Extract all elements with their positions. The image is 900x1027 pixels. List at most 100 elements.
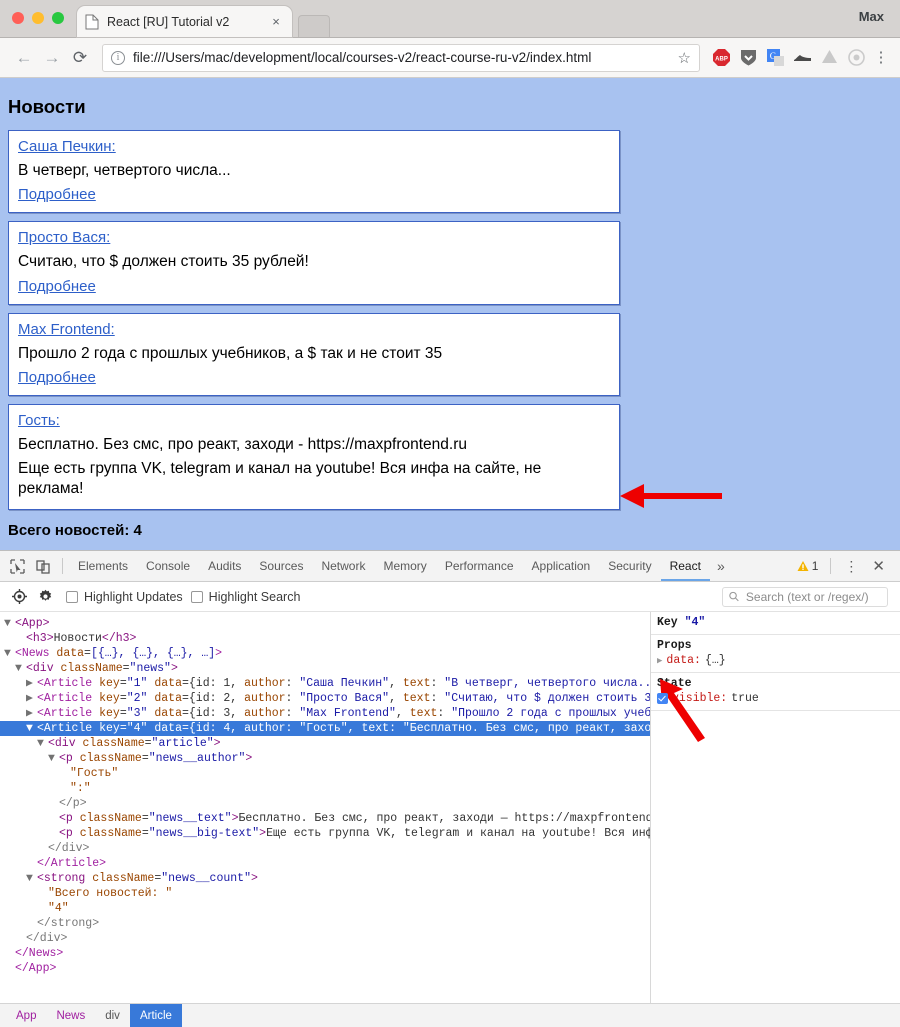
tree-row[interactable]: </div> [0, 931, 650, 946]
devtools-body: ▼ <App> <h3>Новости</h3> ▼ <News data=[{…},… [0, 612, 900, 1003]
tree-row[interactable]: ▶ <Article key="3" data={id: 3, author: "… [0, 706, 650, 721]
tree-row[interactable]: </strong> [0, 916, 650, 931]
state-section: State visible: true [651, 673, 900, 711]
more-tabs-icon[interactable]: » [710, 558, 732, 574]
article-author[interactable]: Гость: [18, 412, 60, 429]
select-component-icon[interactable] [6, 584, 32, 610]
page-info-icon[interactable]: i [111, 50, 125, 65]
highlight-updates-toggle[interactable]: Highlight Updates [66, 590, 183, 604]
devtools-panel: Elements Console Audits Sources Network … [0, 550, 900, 1027]
adblock-plus-icon[interactable]: ABP [712, 48, 731, 67]
tab-console[interactable]: Console [137, 551, 199, 581]
profile-name[interactable]: Max [859, 9, 884, 24]
maximize-window-button[interactable] [52, 12, 64, 24]
warning-badge[interactable]: 1 [791, 559, 825, 573]
tree-row[interactable]: <h3>Новости</h3> [0, 631, 650, 646]
article-author[interactable]: Просто Вася: [18, 229, 110, 246]
tab-application[interactable]: Application [523, 551, 600, 581]
minimize-window-button[interactable] [32, 12, 44, 24]
devtools-tabbar: Elements Console Audits Sources Network … [0, 551, 900, 582]
close-window-button[interactable] [12, 12, 24, 24]
article-author[interactable]: Саша Печкин: [18, 138, 116, 155]
tab-performance[interactable]: Performance [436, 551, 523, 581]
highlight-search-toggle[interactable]: Highlight Search [190, 590, 300, 604]
checkbox-icon[interactable] [190, 590, 203, 603]
browser-menu-icon[interactable]: ⋮ [872, 50, 890, 65]
breadcrumb-item-div[interactable]: div [95, 1004, 130, 1027]
reload-icon[interactable]: ⟳ [66, 44, 94, 72]
tree-row[interactable]: ▼ <strong className="news__count"> [0, 871, 650, 886]
drive-icon[interactable] [820, 48, 839, 67]
prop-value[interactable]: {…} [705, 654, 726, 667]
toolbar-divider [830, 558, 832, 574]
tree-row[interactable]: </Article> [0, 856, 650, 871]
article-card[interactable]: Саша Печкин: В четверг, четвертого числа… [8, 130, 620, 214]
tab-memory[interactable]: Memory [374, 551, 435, 581]
react-detail-pane: Key "4" Props ▶ data: {…} State visible:… [651, 612, 900, 1003]
tab-elements[interactable]: Elements [69, 551, 137, 581]
article-card[interactable]: Просто Вася: Считаю, что $ должен стоить… [8, 221, 620, 305]
bookmark-star-icon[interactable]: ☆ [678, 49, 691, 67]
article-author[interactable]: Max Frontend: [18, 321, 115, 338]
react-component-tree[interactable]: ▼ <App> <h3>Новости</h3> ▼ <News data=[{…},… [0, 612, 705, 1003]
article-more-link[interactable]: Подробнее [18, 369, 96, 386]
tab-network[interactable]: Network [312, 551, 374, 581]
address-bar[interactable]: i file:///Users/mac/development/local/co… [102, 43, 700, 72]
article-card-selected[interactable]: Гость: Бесплатно. Без смс, про реакт, за… [8, 404, 620, 510]
article-text: Бесплатно. Без смс, про реакт, заходи - … [18, 436, 467, 454]
tab-sources[interactable]: Sources [250, 551, 312, 581]
shield-icon[interactable] [739, 48, 758, 67]
breadcrumb-item-news[interactable]: News [46, 1004, 95, 1027]
tab-react[interactable]: React [661, 551, 710, 581]
tree-row[interactable]: "4" [0, 901, 650, 916]
tree-row[interactable]: <p className="news__big-text">Еще есть г… [0, 826, 650, 841]
google-translate-icon[interactable]: G [766, 48, 785, 67]
checkbox-icon[interactable] [66, 590, 78, 603]
tree-row[interactable]: <p className="news__text">Бесплатно. Без… [0, 811, 650, 826]
devtools-menu-icon[interactable]: ⋮ [837, 559, 865, 573]
tree-row[interactable]: "Всего новостей: " [0, 886, 650, 901]
device-toolbar-icon[interactable] [30, 553, 56, 579]
tab-audits[interactable]: Audits [199, 551, 250, 581]
search-input[interactable] [743, 588, 881, 605]
tree-row[interactable]: ":" [0, 781, 650, 796]
inspect-element-icon[interactable] [4, 553, 30, 579]
back-icon[interactable]: ← [10, 44, 38, 72]
gear-icon[interactable] [32, 584, 58, 610]
tree-row[interactable]: ▼ <div className="article"> [0, 736, 650, 751]
breadcrumb-item-app[interactable]: App [6, 1004, 46, 1027]
state-value[interactable]: true [731, 692, 759, 705]
state-visible-checkbox[interactable] [657, 693, 668, 704]
chevron-right-icon[interactable]: ▶ [657, 656, 662, 666]
tree-row-selected[interactable]: ▼ <Article key="4" data={id: 4, author: "… [0, 721, 650, 736]
tree-row[interactable]: "Гость" [0, 766, 650, 781]
props-row[interactable]: ▶ data: {…} [657, 654, 894, 667]
shoe-icon[interactable] [793, 48, 812, 67]
article-card[interactable]: Max Frontend: Прошло 2 года с прошлых уч… [8, 312, 620, 397]
breadcrumb: App News div Article [0, 1003, 900, 1027]
tree-row[interactable]: ▼ <p className="news__author"> [0, 751, 650, 766]
article-more-link[interactable]: Подробнее [18, 278, 96, 295]
tree-row[interactable]: </News> [0, 946, 650, 961]
browser-tab[interactable]: React [RU] Tutorial v2 × [77, 6, 292, 37]
tree-row[interactable]: </div> [0, 841, 650, 856]
search-box[interactable] [722, 586, 888, 607]
article-more-link[interactable]: Подробнее [18, 186, 96, 203]
tree-row[interactable]: ▼ <div className="news"> [0, 661, 650, 676]
close-icon[interactable]: × [268, 14, 284, 30]
tree-row[interactable]: ▶ <Article key="1" data={id: 1, author: "… [0, 676, 650, 691]
tree-row[interactable]: ▶ <Article key="2" data={id: 2, author: "… [0, 691, 650, 706]
new-tab-button[interactable] [298, 15, 330, 37]
close-devtools-icon[interactable]: ✕ [865, 557, 892, 575]
state-row[interactable]: visible: true [657, 692, 894, 705]
tab-security[interactable]: Security [599, 551, 660, 581]
tree-row[interactable]: </App> [0, 961, 650, 976]
tree-row[interactable]: ▼ <App> [0, 616, 650, 631]
breadcrumb-item-article[interactable]: Article [129, 1004, 182, 1027]
camera-icon[interactable] [847, 48, 866, 67]
tree-row[interactable]: ▼ <News data=[{…}, {…}, {…}, …]> [0, 646, 650, 661]
forward-icon[interactable]: → [38, 44, 66, 72]
tree-row[interactable]: </p> [0, 796, 650, 811]
search-icon [729, 591, 739, 602]
key-label: Key [657, 616, 678, 629]
